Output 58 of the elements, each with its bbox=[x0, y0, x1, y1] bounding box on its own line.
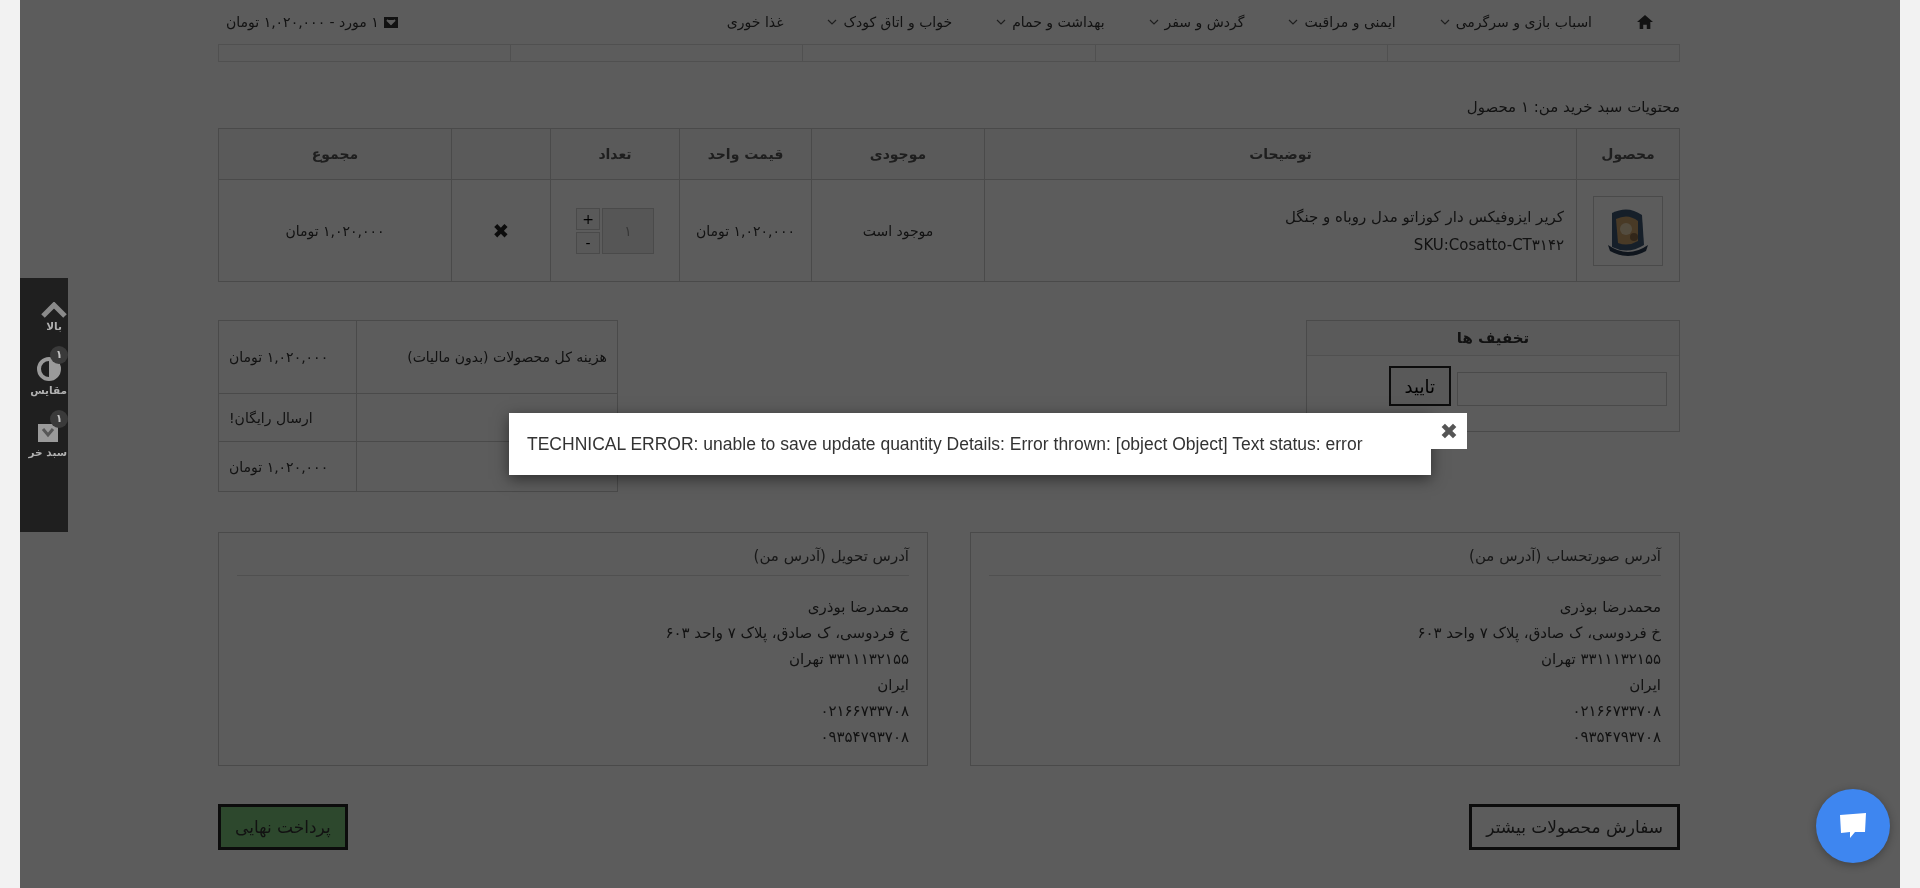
count-badge: ۱ bbox=[50, 346, 68, 364]
chat-bubble-icon bbox=[1838, 812, 1868, 840]
address-line: ۰۲۱۶۶۷۳۳۷۰۸ bbox=[819, 701, 909, 722]
side-widget-label: بالا bbox=[46, 320, 62, 332]
cart-title: محتویات سبد خرید من: ۱ محصول bbox=[1465, 98, 1680, 116]
side-widget-item[interactable]: ۱ سبد خر bbox=[28, 410, 68, 458]
decrement-button[interactable]: - bbox=[576, 231, 600, 254]
nav-link[interactable]: گردش و سفر bbox=[1148, 14, 1245, 30]
address-line: ایران bbox=[876, 675, 909, 696]
chevron-up-icon bbox=[41, 302, 67, 318]
nav-link[interactable]: اسباب بازی و سرگرمی bbox=[1439, 14, 1592, 30]
address-title: آدرس تحویل (آدرس من) bbox=[237, 533, 909, 576]
address-line: ۳۳۱۱۱۳۲۱۵۵ تهران bbox=[1540, 649, 1661, 670]
apply-button[interactable]: تایید bbox=[1388, 366, 1451, 406]
half-circle-icon bbox=[35, 356, 62, 382]
table-cell: ۱,۰۲۰,۰۰۰ تومان bbox=[218, 179, 452, 282]
table-cell: ارسال رایگان! bbox=[218, 393, 357, 442]
column-header: موجودی bbox=[811, 128, 985, 180]
table-cell: ۱,۰۲۰,۰۰۰ تومان bbox=[679, 179, 812, 282]
address-line: ۰۹۳۵۴۷۹۳۷۰۸ bbox=[1571, 727, 1661, 748]
summary-label: هزینه کل محصولات (بدون مالیات) bbox=[407, 349, 607, 365]
address-line: ایران bbox=[1628, 675, 1661, 696]
continue-shopping-button[interactable]: سفارش محصولات بیشتر bbox=[1469, 804, 1680, 850]
column-header: محصول bbox=[1576, 128, 1680, 180]
address-line: محمدرضا بوذری bbox=[806, 597, 909, 618]
increment-button[interactable]: + bbox=[576, 207, 600, 230]
table-cell: ۱,۰۲۰,۰۰۰ تومان bbox=[218, 320, 357, 394]
address-line: خ فردوسی، ک صادق، پلاک ۷ واحد ۶۰۳ bbox=[1416, 623, 1661, 645]
home-icon[interactable] bbox=[1636, 14, 1654, 30]
address-title: آدرس صورتحساب (آدرس من) bbox=[989, 533, 1661, 576]
column-header: توضیحات bbox=[984, 128, 1577, 180]
nav-link[interactable]: بهداشت و حمام bbox=[996, 14, 1105, 30]
count-badge: ۱ bbox=[50, 410, 68, 428]
remove-button[interactable]: ✖ bbox=[486, 217, 516, 244]
product-name[interactable]: کریر ایزوفیکس دار کوزاتو مدل روباه و جنگل bbox=[986, 202, 1564, 231]
address-line: ۰۲۱۶۶۷۳۳۷۰۸ bbox=[1571, 701, 1661, 722]
nav-link[interactable]: خواب و اتاق کودک bbox=[827, 14, 953, 30]
column-header: قیمت واحد bbox=[679, 128, 812, 180]
side-widget-item[interactable]: بالا bbox=[41, 292, 68, 332]
address-line: ۳۳۱۱۱۳۲۱۵۵ تهران bbox=[788, 649, 909, 670]
table-cell: موجود است bbox=[811, 179, 985, 282]
nav-link[interactable]: ایمنی و مراقبت bbox=[1288, 14, 1396, 30]
column-header: مجموع bbox=[218, 128, 452, 180]
close-button[interactable]: ✖ bbox=[1431, 413, 1467, 449]
error-message: TECHNICAL ERROR: unable to save update quantity Details: Error thrown: [object Object] Text status: error bbox=[527, 433, 1363, 455]
address-line: محمدرضا بوذری bbox=[1558, 597, 1661, 618]
product-thumbnail[interactable] bbox=[1593, 195, 1663, 266]
side-widget-item[interactable]: ۱ مقایس bbox=[30, 346, 68, 396]
product-sku: SKU:Cosatto-CT۳۱۴۲ bbox=[1412, 234, 1564, 256]
basket-icon bbox=[382, 14, 399, 30]
side-widget-label: مقایس bbox=[30, 384, 67, 396]
address-line: ۰۹۳۵۴۷۹۳۷۰۸ bbox=[819, 727, 909, 748]
nav-link[interactable]: غذا خوری bbox=[726, 14, 784, 30]
chat-button[interactable] bbox=[1816, 789, 1890, 863]
table-cell: ۱,۰۲۰,۰۰۰ تومان bbox=[218, 441, 357, 492]
side-widget-label: سبد خر bbox=[28, 446, 67, 458]
address-line: خ فردوسی، ک صادق، پلاک ۷ واحد ۶۰۳ bbox=[664, 623, 909, 645]
column-header: تعداد bbox=[550, 128, 680, 180]
